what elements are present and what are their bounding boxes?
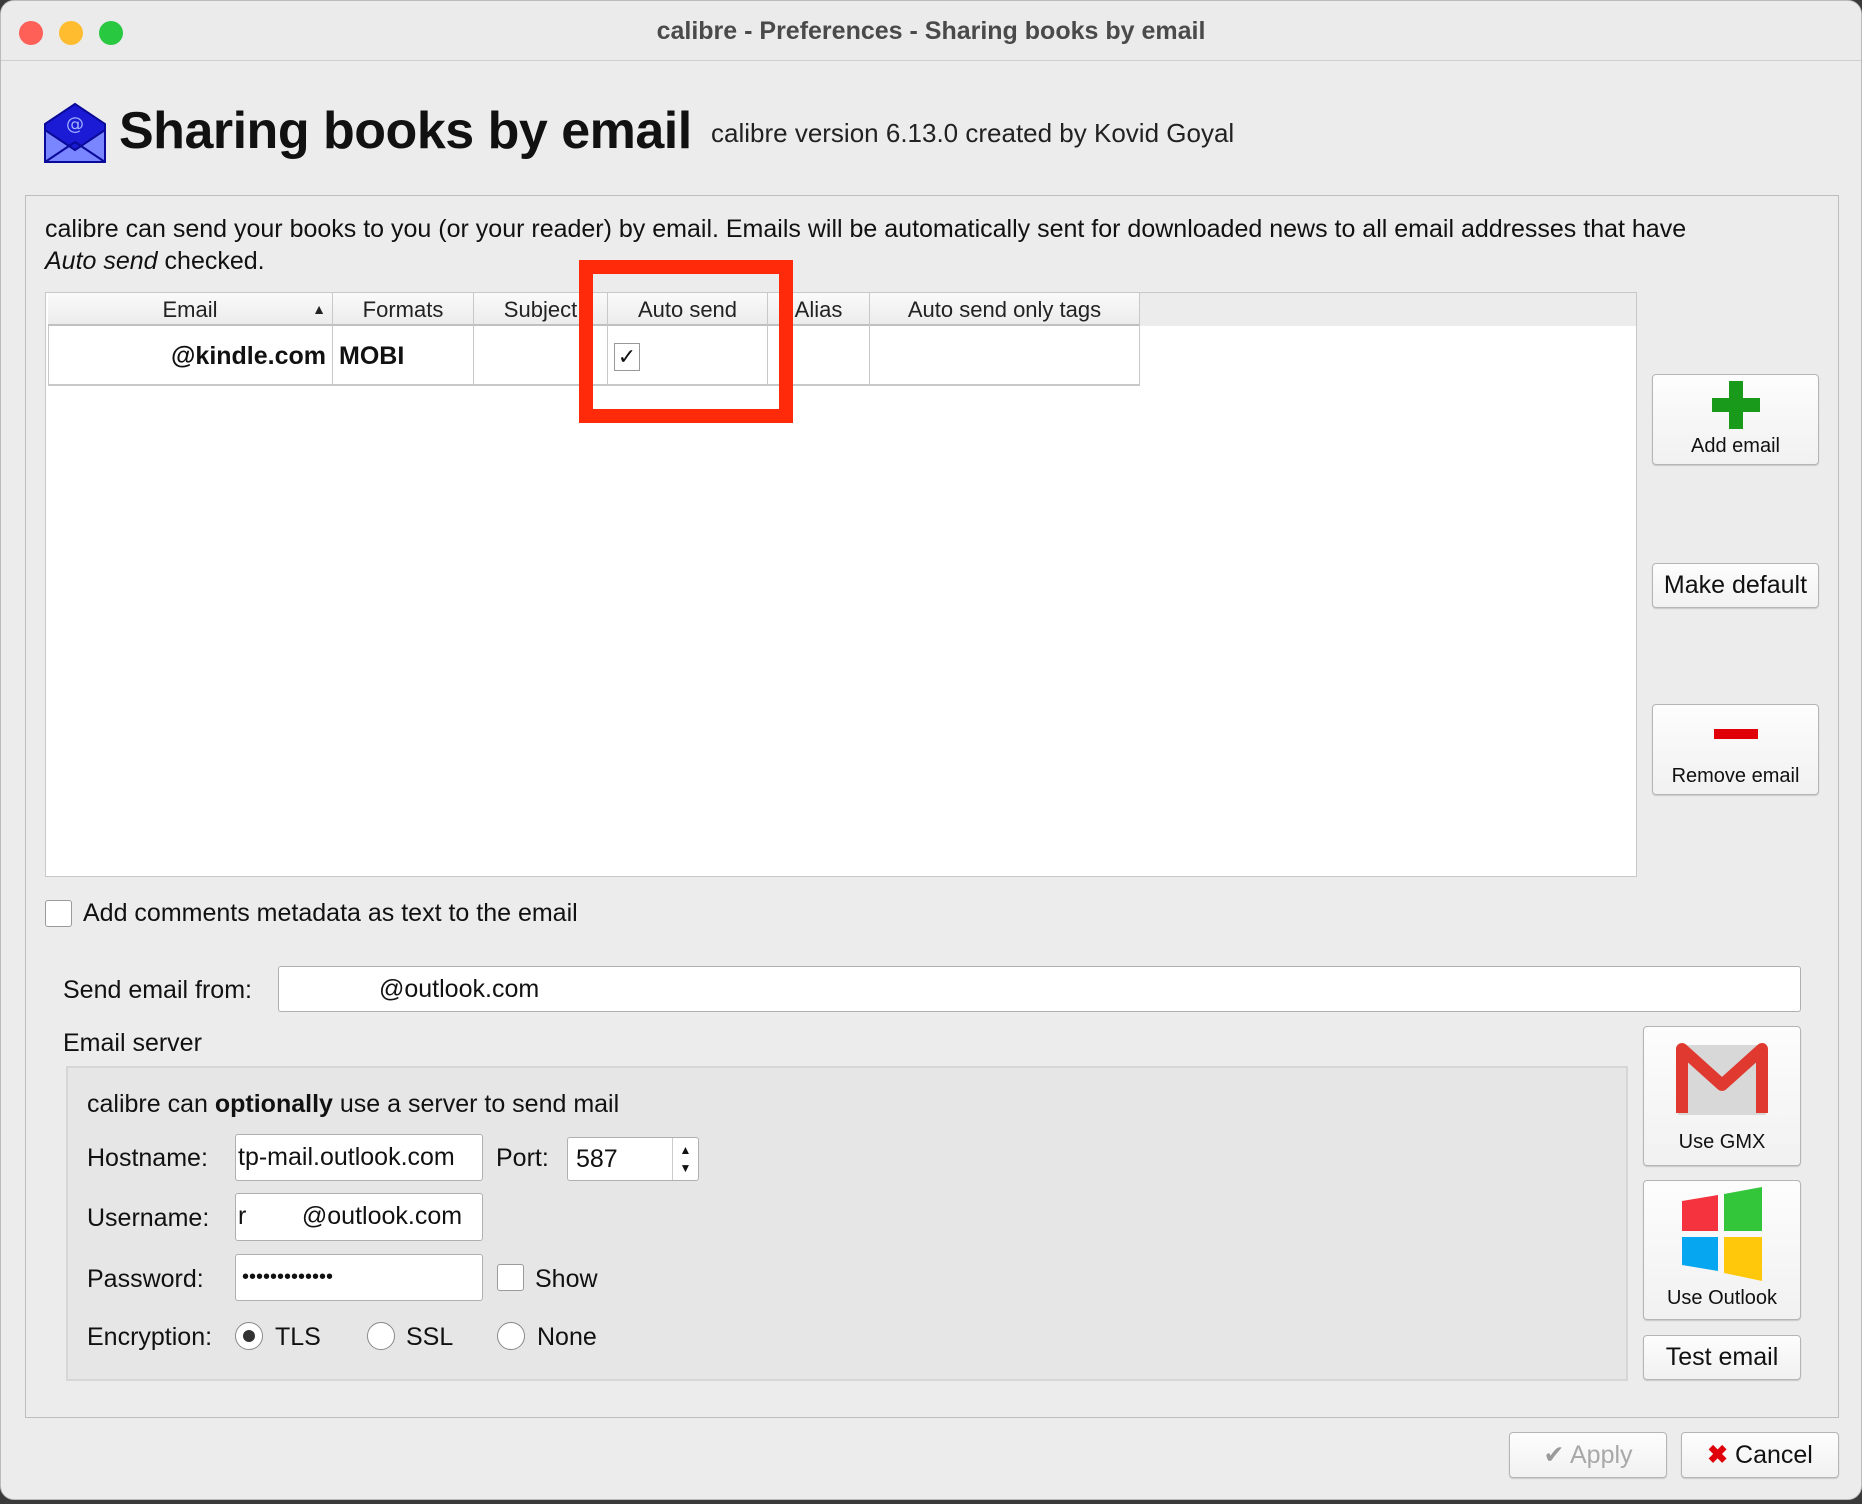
window-title: calibre - Preferences - Sharing books by… xyxy=(656,17,1206,45)
cell-formats[interactable]: MOBI xyxy=(333,326,474,386)
port-value: 587 xyxy=(576,1145,618,1173)
send-from-label: Send email from: xyxy=(63,976,252,1004)
radio-tls[interactable] xyxy=(235,1322,263,1350)
cell-email[interactable]: @kindle.com xyxy=(48,326,333,386)
gmail-logo-icon xyxy=(1676,1043,1768,1115)
decrement-icon[interactable]: ▼ xyxy=(673,1159,698,1177)
use-gmx-button[interactable]: Use GMX xyxy=(1643,1026,1801,1166)
svg-text:@: @ xyxy=(66,114,84,135)
increment-icon[interactable]: ▲ xyxy=(673,1141,698,1159)
radio-none[interactable] xyxy=(497,1322,525,1350)
encryption-label: Encryption: xyxy=(87,1323,213,1351)
remove-email-label: Remove email xyxy=(1671,765,1800,787)
radio-selected-dot xyxy=(243,1330,255,1342)
title-bar: calibre - Preferences - Sharing books by… xyxy=(1,1,1861,61)
email-server-label: Email server xyxy=(63,1029,202,1057)
sort-ascending-icon: ▲ xyxy=(312,301,326,317)
remove-email-button[interactable]: Remove email xyxy=(1652,704,1819,795)
preferences-window: calibre - Preferences - Sharing books by… xyxy=(0,0,1862,1500)
plus-icon xyxy=(1711,381,1760,429)
tls-label: TLS xyxy=(275,1323,321,1351)
apply-button[interactable]: ✔ Apply xyxy=(1509,1432,1667,1478)
add-comments-checkbox[interactable] xyxy=(45,900,72,927)
server-intro: calibre can optionally use a server to s… xyxy=(87,1090,619,1119)
email-envelope-icon: @ xyxy=(44,102,106,163)
password-label: Password: xyxy=(87,1265,204,1293)
column-header-email[interactable]: Email ▲ xyxy=(48,293,333,326)
description-line-2: Auto send checked. xyxy=(45,247,265,276)
use-gmx-label: Use GMX xyxy=(1678,1131,1766,1153)
minus-icon xyxy=(1713,729,1758,739)
x-icon: ✖ xyxy=(1707,1441,1729,1469)
password-input[interactable]: ••••••••••••• xyxy=(235,1254,483,1301)
intro-bold: optionally xyxy=(214,1090,333,1118)
highlight-annotation xyxy=(579,260,793,423)
cancel-button[interactable]: ✖ Cancel xyxy=(1681,1432,1839,1478)
auto-send-emphasis: Auto send xyxy=(45,247,158,275)
send-from-input[interactable]: @outlook.com xyxy=(278,966,1801,1012)
intro-text-end: use a server to send mail xyxy=(332,1090,620,1118)
description-tail: checked. xyxy=(157,247,265,275)
make-default-button[interactable]: Make default xyxy=(1652,563,1819,608)
port-stepper[interactable]: ▲ ▼ xyxy=(672,1138,698,1180)
cancel-label: Cancel xyxy=(1735,1441,1813,1469)
test-email-button[interactable]: Test email xyxy=(1643,1335,1801,1380)
hostname-label: Hostname: xyxy=(87,1144,208,1172)
port-spinbox[interactable]: 587 ▲ ▼ xyxy=(567,1137,699,1181)
none-label: None xyxy=(537,1323,597,1351)
add-email-button[interactable]: Add email xyxy=(1652,374,1819,465)
use-outlook-label: Use Outlook xyxy=(1666,1287,1778,1309)
column-label: Email xyxy=(162,297,218,322)
description-line-1: calibre can send your books to you (or y… xyxy=(45,215,1687,243)
show-password-label: Show xyxy=(535,1265,598,1293)
column-header-tags[interactable]: Auto send only tags xyxy=(870,293,1140,326)
page-title: Sharing books by email xyxy=(119,102,692,160)
ssl-label: SSL xyxy=(406,1323,454,1351)
cell-tags[interactable] xyxy=(870,326,1140,386)
email-table[interactable]: Email ▲ Formats Subject Auto send Alias A… xyxy=(45,292,1637,877)
windows-logo-icon xyxy=(1682,1187,1762,1281)
add-comments-label: Add comments metadata as text to the ema… xyxy=(83,899,578,927)
header-filler xyxy=(1140,293,1636,326)
intro-text: calibre can xyxy=(87,1090,215,1118)
column-header-formats[interactable]: Formats xyxy=(333,293,474,326)
add-email-label: Add email xyxy=(1691,435,1780,457)
username-label: Username: xyxy=(87,1204,210,1232)
apply-label: Apply xyxy=(1569,1441,1633,1469)
checkmark-icon: ✔ xyxy=(1543,1441,1565,1469)
version-subtitle: calibre version 6.13.0 created by Kovid … xyxy=(711,118,1235,148)
username-input[interactable]: r @outlook.com xyxy=(235,1193,483,1241)
port-label: Port: xyxy=(496,1144,549,1172)
radio-ssl[interactable] xyxy=(367,1322,395,1350)
hostname-input[interactable]: tp-mail.outlook.com xyxy=(235,1134,483,1181)
use-outlook-button[interactable]: Use Outlook xyxy=(1643,1180,1801,1320)
show-password-checkbox[interactable] xyxy=(497,1264,524,1291)
